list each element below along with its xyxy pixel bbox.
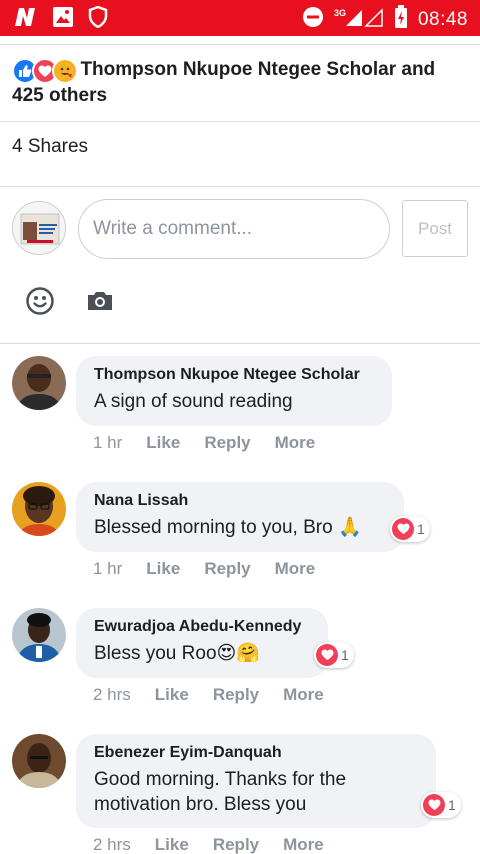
more-button[interactable]: More: [275, 559, 316, 579]
composer-divider: [0, 343, 480, 344]
love-reaction-icon: [423, 794, 445, 816]
avatar[interactable]: [12, 734, 66, 788]
comment-text: Good morning. Thanks for the motivation …: [94, 769, 347, 815]
comment-bubble[interactable]: Thompson Nkupoe Ntegee Scholar A sign of…: [76, 356, 392, 426]
comment-time: 1 hr: [93, 559, 123, 578]
reactions-summary-text: Thompson Nkupoe Ntegee Scholar and 425 o…: [12, 59, 436, 106]
comment-reaction-badge[interactable]: 1: [390, 516, 430, 542]
reaction-count: 1: [341, 647, 349, 663]
my-avatar: [12, 201, 66, 255]
like-button[interactable]: Like: [155, 685, 189, 705]
emoji-icon[interactable]: [24, 285, 56, 317]
comment-bubble[interactable]: Ebenezer Eyim-Danquah Good morning. Than…: [76, 734, 436, 828]
status-bar: 3G 08:48: [0, 0, 480, 36]
reply-button[interactable]: Reply: [204, 559, 250, 579]
battery-charging-icon: [394, 5, 408, 34]
comment-time: 1 hr: [93, 433, 123, 452]
reactions-summary[interactable]: Thompson Nkupoe Ntegee Scholar and 425 o…: [12, 58, 472, 108]
comment-actions: 2 hrs Like Reply More: [93, 835, 348, 854]
signal-icon: [344, 6, 384, 33]
avatar[interactable]: [12, 608, 66, 662]
reactions-divider: [0, 121, 480, 122]
comment-author[interactable]: Thompson Nkupoe Ntegee Scholar: [94, 365, 374, 385]
comment-text: Bless you Roo😍🤗: [94, 643, 260, 664]
comment-reaction-badge[interactable]: 1: [314, 642, 354, 668]
more-button[interactable]: More: [283, 835, 324, 854]
comment-author[interactable]: Ewuradjoa Abedu-Kennedy: [94, 617, 310, 637]
love-reaction-icon: [392, 518, 414, 540]
comment-time: 2 hrs: [93, 685, 131, 704]
like-button[interactable]: Like: [155, 835, 189, 854]
like-button[interactable]: Like: [146, 433, 180, 453]
love-reaction-icon: [316, 644, 338, 666]
shares-count[interactable]: 4 Shares: [12, 136, 88, 158]
top-divider: [0, 44, 480, 45]
shares-divider: [0, 186, 480, 187]
comment-input[interactable]: [78, 199, 390, 259]
reaction-count: 1: [417, 521, 425, 537]
comment-text: Blessed morning to you, Bro 🙏: [94, 517, 362, 538]
status-time: 08:48: [417, 8, 468, 30]
network-type: 3G: [333, 7, 346, 18]
wow-reaction-icon: [52, 58, 78, 84]
comment-author[interactable]: Nana Lissah: [94, 491, 386, 511]
like-button[interactable]: Like: [146, 559, 180, 579]
reply-button[interactable]: Reply: [213, 685, 259, 705]
more-button[interactable]: More: [275, 433, 316, 453]
comment-author[interactable]: Ebenezer Eyim-Danquah: [94, 743, 418, 763]
comment-actions: 2 hrs Like Reply More: [93, 685, 348, 705]
reaction-count: 1: [448, 797, 456, 813]
camera-icon[interactable]: [84, 285, 116, 317]
comment-reaction-badge[interactable]: 1: [421, 792, 461, 818]
app-n-icon: [12, 6, 38, 33]
more-button[interactable]: More: [283, 685, 324, 705]
avatar[interactable]: [12, 482, 66, 536]
shield-icon: [88, 5, 108, 33]
avatar[interactable]: [12, 356, 66, 410]
comment-actions: 1 hr Like Reply More: [93, 559, 339, 579]
comment-text: A sign of sound reading: [94, 391, 293, 412]
gallery-icon: [52, 6, 74, 33]
comment-bubble[interactable]: Ewuradjoa Abedu-Kennedy Bless you Roo😍🤗: [76, 608, 328, 678]
reply-button[interactable]: Reply: [213, 835, 259, 854]
comment-actions: 1 hr Like Reply More: [93, 433, 339, 453]
comment-bubble[interactable]: Nana Lissah Blessed morning to you, Bro …: [76, 482, 404, 552]
do-not-disturb-icon: [302, 6, 324, 33]
reaction-icons: [12, 58, 78, 84]
comment-time: 2 hrs: [93, 835, 131, 854]
post-button[interactable]: Post: [402, 200, 468, 257]
reply-button[interactable]: Reply: [204, 433, 250, 453]
